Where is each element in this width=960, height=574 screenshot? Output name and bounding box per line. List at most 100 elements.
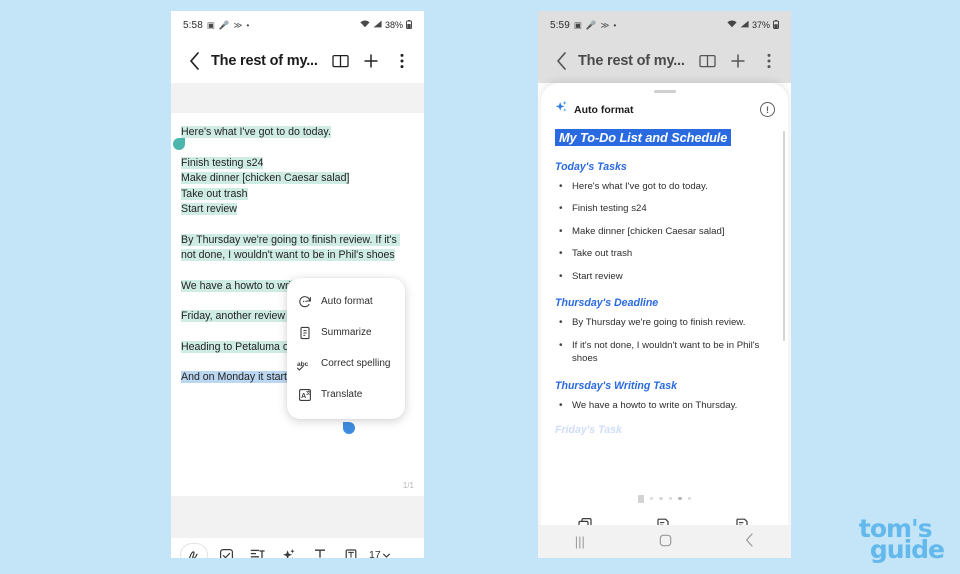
battery-icon	[773, 19, 779, 31]
menu-item-label: Translate	[321, 389, 363, 400]
note-line: Start review	[181, 202, 414, 218]
note-line-text: Make dinner [chicken Caesar salad]	[181, 172, 350, 184]
menu-item-correct-spelling[interactable]: abc Correct spelling	[287, 348, 405, 379]
home-icon[interactable]	[659, 534, 672, 550]
selection-handle-start[interactable]	[173, 138, 185, 150]
app-bar-actions	[330, 51, 414, 71]
wifi-icon	[727, 20, 737, 30]
signal-icon	[373, 20, 382, 30]
screenshot-stage: 5:58 ▣ 🎤 ≫ • 38% The rest of my... Here'…	[0, 0, 960, 574]
page-title: The rest of my...	[211, 53, 318, 69]
note-line: Finish testing s24	[181, 156, 414, 172]
svg-text:文: 文	[306, 389, 311, 396]
note-top-spacer	[171, 83, 424, 113]
section-heading: Thursday's Writing Task	[555, 379, 678, 392]
summarize-icon	[297, 325, 312, 340]
note-line: Make dinner [chicken Caesar salad]	[181, 171, 414, 187]
translate-icon: A文	[297, 387, 312, 402]
bullet-icon: •	[559, 248, 563, 259]
sheet-pagination[interactable]	[541, 491, 788, 507]
note-line: By Thursday we're going to finish review…	[181, 233, 414, 264]
status-time: 5:59	[550, 19, 570, 31]
menu-item-label: Summarize	[321, 327, 372, 338]
format-toolbar[interactable]: 17	[171, 538, 424, 558]
checkbox-icon[interactable]	[211, 543, 242, 558]
mute-icon: ≫	[233, 19, 243, 30]
note-line: Here's what I've got to do today.	[181, 125, 414, 141]
list-item: • Make dinner [chicken Caesar salad]	[555, 225, 774, 239]
right-status-bar: 5:59 ▣ 🎤 ≫ • 37%	[538, 11, 791, 39]
font-size-selector[interactable]: 17	[369, 549, 390, 558]
more-options-icon[interactable]	[392, 51, 412, 71]
list-item: • Here's what I've got to do today.	[555, 180, 774, 194]
right-app-bar: The rest of my...	[538, 39, 791, 83]
font-size-value: 17	[369, 549, 381, 558]
pagination-dot-active[interactable]	[637, 494, 644, 503]
paragraph-align-icon[interactable]	[242, 543, 273, 558]
bullet-icon: •	[559, 270, 563, 282]
pagination-dot[interactable]	[687, 496, 692, 501]
recents-icon[interactable]: |||	[575, 534, 585, 549]
pagination-dot[interactable]	[649, 496, 654, 501]
book-view-icon[interactable]	[330, 51, 350, 71]
back-icon[interactable]	[745, 533, 754, 550]
note-blank-line	[181, 218, 414, 233]
right-phone-screen: 5:59 ▣ 🎤 ≫ • 37% The rest of my... Auto …	[538, 11, 791, 558]
ai-context-menu[interactable]: Auto format Summarize abc Correct spelli…	[287, 278, 405, 419]
dot-icon: •	[613, 19, 617, 30]
book-view-icon[interactable]	[697, 51, 717, 71]
note-editor-body[interactable]: Here's what I've got to do today. Finish…	[171, 113, 424, 496]
pagination-dot[interactable]	[678, 496, 682, 501]
add-icon[interactable]	[361, 51, 381, 71]
note-line: Take out trash	[181, 187, 414, 203]
list-item-text: If it's not done, I wouldn't want to be …	[572, 339, 760, 365]
menu-item-translate[interactable]: A文 Translate	[287, 379, 405, 410]
back-button[interactable]	[181, 48, 207, 74]
pagination-dot[interactable]	[659, 496, 663, 501]
document-title-wrap: My To-Do List and Schedule	[555, 128, 774, 147]
note-line-text: Here's what I've got to do today.	[181, 126, 331, 138]
list-item: • Take out trash	[555, 247, 774, 261]
list-item-text: Make dinner [chicken Caesar salad]	[572, 225, 725, 237]
bullet-icon: •	[559, 203, 563, 214]
list-item: • By Thursday we're going to finish revie…	[555, 316, 774, 330]
note-line-text: Start review	[181, 203, 237, 215]
dot-icon: •	[246, 19, 250, 30]
page-indicator: 1/1	[402, 481, 414, 490]
status-right-group: 37%	[727, 19, 779, 31]
scrollbar[interactable]	[782, 130, 785, 341]
menu-item-label: Correct spelling	[321, 358, 391, 369]
right-system-nav-bar[interactable]: |||	[538, 525, 791, 558]
left-app-bar: The rest of my...	[171, 39, 424, 83]
note-line-text: Finish testing s24	[181, 156, 264, 169]
text-box-icon[interactable]	[335, 543, 366, 558]
battery-icon	[406, 19, 412, 31]
image-icon: ▣	[206, 19, 215, 30]
list-item-text: Start review	[572, 270, 623, 282]
battery-label: 38%	[384, 20, 403, 30]
image-icon: ▣	[573, 19, 582, 30]
text-style-icon[interactable]	[304, 543, 335, 558]
formatted-document[interactable]: My To-Do List and Schedule Today's Tasks…	[541, 121, 788, 491]
signal-icon	[740, 20, 749, 30]
ai-sparkle-icon[interactable]	[273, 543, 304, 558]
bullet-icon: •	[559, 225, 563, 237]
list-item: • Start review	[555, 270, 774, 284]
logo-line-2: guide	[869, 535, 945, 564]
more-options-icon[interactable]	[759, 51, 779, 71]
menu-item-auto-format[interactable]: Auto format	[287, 286, 405, 317]
pagination-dot[interactable]	[668, 496, 673, 501]
menu-item-summarize[interactable]: Summarize	[287, 317, 405, 348]
note-blank-line	[181, 264, 414, 279]
add-icon[interactable]	[728, 51, 748, 71]
menu-item-label: Auto format	[321, 296, 373, 307]
pen-settings-icon[interactable]	[180, 543, 208, 558]
cut-off-heading: Friday's Task	[555, 424, 622, 436]
list-item-text: Here's what I've got to do today.	[572, 180, 708, 192]
page-title: The rest of my...	[578, 53, 685, 69]
status-left-group: 5:59 ▣ 🎤 ≫ •	[550, 20, 616, 31]
back-button[interactable]	[548, 48, 574, 74]
info-icon[interactable]: !	[760, 102, 775, 117]
selection-handle-end[interactable]	[343, 422, 355, 434]
toms-guide-logo: tom's guide	[859, 516, 945, 564]
